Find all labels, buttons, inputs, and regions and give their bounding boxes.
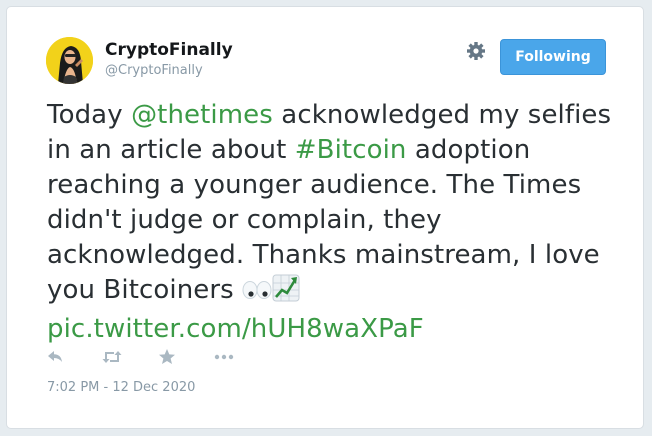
following-button[interactable]: Following <box>500 39 606 75</box>
mention-link[interactable]: @thetimes <box>131 100 273 130</box>
like-icon[interactable] <box>157 347 181 367</box>
hashtag-link[interactable]: #Bitcoin <box>295 135 407 165</box>
tweet-timestamp[interactable]: 7:02 PM - 12 Dec 2020 <box>47 380 195 395</box>
tweet-text-segment: Today <box>47 100 132 130</box>
tweet-card: CryptoFinally @CryptoFinally Following T… <box>6 6 644 429</box>
user-handle[interactable]: @CryptoFinally <box>105 63 203 78</box>
reply-icon[interactable] <box>45 347 69 367</box>
eyes-emoji-icon <box>242 277 272 312</box>
avatar[interactable] <box>46 37 93 84</box>
gear-icon[interactable] <box>465 40 487 62</box>
display-name[interactable]: CryptoFinally <box>105 40 233 60</box>
tweet-text: Today @thetimes acknowledged my selfies … <box>47 98 617 347</box>
profile-photo-icon <box>46 37 93 84</box>
more-icon[interactable] <box>213 347 237 367</box>
retweet-icon[interactable] <box>101 347 125 367</box>
chart-increasing-emoji-icon <box>272 274 300 312</box>
pic-link[interactable]: pic.twitter.com/hUH8waXPaF <box>47 314 424 344</box>
